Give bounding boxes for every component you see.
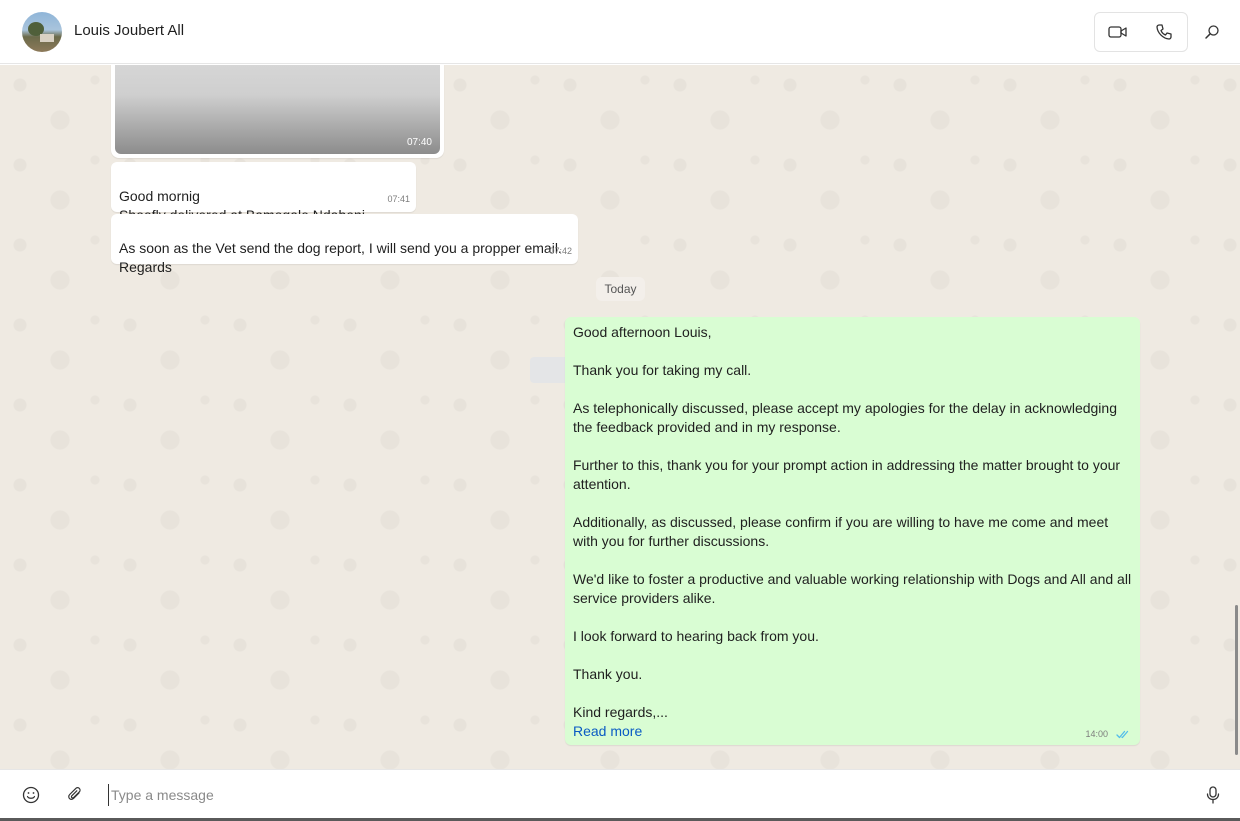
contact-name[interactable]: Louis Joubert All — [74, 22, 184, 39]
emoji-button[interactable] — [20, 784, 42, 806]
message-text: Good afternoon Louis, Thank you for taki… — [573, 324, 1132, 720]
message-input[interactable] — [108, 784, 1178, 806]
video-call-icon — [1108, 26, 1127, 38]
message-text: As soon as the Vet send the dog report, … — [119, 240, 562, 275]
voice-call-button[interactable] — [1141, 13, 1187, 51]
incoming-message[interactable]: As soon as the Vet send the dog report, … — [111, 214, 578, 275]
message-composer — [0, 769, 1240, 821]
video-call-button[interactable] — [1095, 13, 1141, 51]
message-list[interactable]: 07:40 Good mornig Shoofly delivered at B… — [0, 65, 1240, 769]
voice-call-icon — [1156, 24, 1172, 40]
microphone-icon — [1206, 786, 1220, 804]
call-buttons — [1094, 12, 1188, 52]
message-time: 07:42 — [549, 246, 572, 256]
message-meta: 14:00 — [1085, 729, 1130, 739]
image-thumbnail[interactable]: 07:40 — [115, 65, 440, 154]
read-more-link[interactable]: Read more — [573, 722, 642, 741]
attach-icon — [68, 787, 81, 800]
avatar-house — [40, 34, 54, 42]
date-divider: Today — [596, 277, 645, 301]
message-time: 07:41 — [387, 194, 410, 204]
scrollbar[interactable] — [1235, 605, 1238, 755]
message-time: 07:40 — [406, 137, 432, 148]
chat-header: Louis Joubert All — [0, 0, 1240, 64]
search-button[interactable] — [1198, 18, 1226, 46]
emoji-icon — [22, 786, 40, 804]
image-message[interactable]: 07:40 — [111, 65, 444, 158]
attach-button[interactable] — [64, 784, 86, 806]
search-icon — [1205, 25, 1219, 39]
microphone-button[interactable] — [1202, 784, 1224, 806]
avatar[interactable] — [22, 12, 62, 52]
outgoing-message[interactable]: Good afternoon Louis, Thank you for taki… — [565, 317, 1140, 745]
double-check-read-icon — [1116, 730, 1129, 738]
message-time: 14:00 — [1085, 729, 1108, 739]
incoming-message[interactable]: Good mornig Shoofly delivered at Bamogal… — [111, 162, 416, 223]
